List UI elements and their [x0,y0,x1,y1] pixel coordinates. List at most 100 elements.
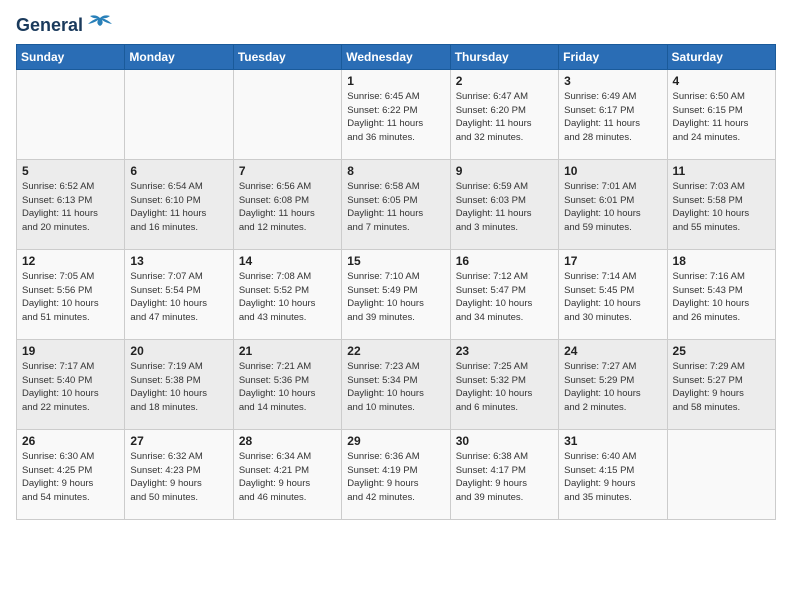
week-row-2: 5 Sunrise: 6:52 AM Sunset: 6:13 PM Daylig… [17,159,776,249]
day-number: 30 [456,434,553,448]
day-info: Sunrise: 6:52 AM Sunset: 6:13 PM Dayligh… [22,180,119,235]
logo-bird-icon [86,14,114,34]
day-number: 22 [347,344,444,358]
col-header-tuesday: Tuesday [233,44,341,69]
day-info: Sunrise: 6:47 AM Sunset: 6:20 PM Dayligh… [456,90,553,145]
day-info: Sunrise: 6:30 AM Sunset: 4:25 PM Dayligh… [22,450,119,505]
week-row-1: 1 Sunrise: 6:45 AM Sunset: 6:22 PM Daylig… [17,69,776,159]
day-cell: 12 Sunrise: 7:05 AM Sunset: 5:56 PM Dayli… [17,249,125,339]
calendar-table: SundayMondayTuesdayWednesdayThursdayFrid… [16,44,776,520]
day-info: Sunrise: 6:49 AM Sunset: 6:17 PM Dayligh… [564,90,661,145]
day-cell [233,69,341,159]
day-cell: 16 Sunrise: 7:12 AM Sunset: 5:47 PM Dayli… [450,249,558,339]
day-cell: 13 Sunrise: 7:07 AM Sunset: 5:54 PM Dayli… [125,249,233,339]
day-number: 16 [456,254,553,268]
day-number: 26 [22,434,119,448]
day-number: 17 [564,254,661,268]
day-info: Sunrise: 7:14 AM Sunset: 5:45 PM Dayligh… [564,270,661,325]
day-number: 9 [456,164,553,178]
day-info: Sunrise: 6:38 AM Sunset: 4:17 PM Dayligh… [456,450,553,505]
calendar-header-row: SundayMondayTuesdayWednesdayThursdayFrid… [17,44,776,69]
day-cell: 9Sunrise: 6:59 AM Sunset: 6:03 PM Daylig… [450,159,558,249]
logo: General [16,16,114,36]
day-number: 29 [347,434,444,448]
day-info: Sunrise: 7:27 AM Sunset: 5:29 PM Dayligh… [564,360,661,415]
day-number: 28 [239,434,336,448]
day-number: 23 [456,344,553,358]
col-header-thursday: Thursday [450,44,558,69]
day-number: 15 [347,254,444,268]
day-info: Sunrise: 6:56 AM Sunset: 6:08 PM Dayligh… [239,180,336,235]
day-cell: 20 Sunrise: 7:19 AM Sunset: 5:38 PM Dayli… [125,339,233,429]
day-cell: 18 Sunrise: 7:16 AM Sunset: 5:43 PM Dayli… [667,249,775,339]
day-info: Sunrise: 7:19 AM Sunset: 5:38 PM Dayligh… [130,360,227,415]
col-header-sunday: Sunday [17,44,125,69]
day-cell: 24 Sunrise: 7:27 AM Sunset: 5:29 PM Dayli… [559,339,667,429]
day-info: Sunrise: 6:34 AM Sunset: 4:21 PM Dayligh… [239,450,336,505]
day-info: Sunrise: 7:17 AM Sunset: 5:40 PM Dayligh… [22,360,119,415]
day-number: 13 [130,254,227,268]
day-info: Sunrise: 7:08 AM Sunset: 5:52 PM Dayligh… [239,270,336,325]
col-header-wednesday: Wednesday [342,44,450,69]
day-cell: 10Sunrise: 7:01 AM Sunset: 6:01 PM Dayli… [559,159,667,249]
day-info: Sunrise: 7:03 AM Sunset: 5:58 PM Dayligh… [673,180,770,235]
day-number: 12 [22,254,119,268]
day-number: 31 [564,434,661,448]
day-cell: 8Sunrise: 6:58 AM Sunset: 6:05 PM Daylig… [342,159,450,249]
day-number: 27 [130,434,227,448]
day-info: Sunrise: 7:10 AM Sunset: 5:49 PM Dayligh… [347,270,444,325]
week-row-4: 19 Sunrise: 7:17 AM Sunset: 5:40 PM Dayli… [17,339,776,429]
day-info: Sunrise: 6:45 AM Sunset: 6:22 PM Dayligh… [347,90,444,145]
day-cell: 14 Sunrise: 7:08 AM Sunset: 5:52 PM Dayli… [233,249,341,339]
day-cell: 19 Sunrise: 7:17 AM Sunset: 5:40 PM Dayli… [17,339,125,429]
day-number: 5 [22,164,119,178]
day-number: 6 [130,164,227,178]
day-number: 25 [673,344,770,358]
day-number: 24 [564,344,661,358]
day-info: Sunrise: 7:23 AM Sunset: 5:34 PM Dayligh… [347,360,444,415]
week-row-5: 26 Sunrise: 6:30 AM Sunset: 4:25 PM Dayli… [17,429,776,519]
day-info: Sunrise: 7:12 AM Sunset: 5:47 PM Dayligh… [456,270,553,325]
day-info: Sunrise: 6:40 AM Sunset: 4:15 PM Dayligh… [564,450,661,505]
day-info: Sunrise: 7:16 AM Sunset: 5:43 PM Dayligh… [673,270,770,325]
day-cell: 15 Sunrise: 7:10 AM Sunset: 5:49 PM Dayli… [342,249,450,339]
day-cell: 29 Sunrise: 6:36 AM Sunset: 4:19 PM Dayli… [342,429,450,519]
day-number: 7 [239,164,336,178]
day-cell: 23Sunrise: 7:25 AM Sunset: 5:32 PM Dayli… [450,339,558,429]
day-cell: 6 Sunrise: 6:54 AM Sunset: 6:10 PM Daylig… [125,159,233,249]
day-info: Sunrise: 6:36 AM Sunset: 4:19 PM Dayligh… [347,450,444,505]
day-info: Sunrise: 6:32 AM Sunset: 4:23 PM Dayligh… [130,450,227,505]
day-info: Sunrise: 7:29 AM Sunset: 5:27 PM Dayligh… [673,360,770,415]
day-number: 20 [130,344,227,358]
day-info: Sunrise: 7:05 AM Sunset: 5:56 PM Dayligh… [22,270,119,325]
day-number: 8 [347,164,444,178]
day-cell [667,429,775,519]
day-cell: 4Sunrise: 6:50 AM Sunset: 6:15 PM Daylig… [667,69,775,159]
day-info: Sunrise: 6:50 AM Sunset: 6:15 PM Dayligh… [673,90,770,145]
day-cell: 1 Sunrise: 6:45 AM Sunset: 6:22 PM Daylig… [342,69,450,159]
day-cell: 31 Sunrise: 6:40 AM Sunset: 4:15 PM Dayli… [559,429,667,519]
day-number: 1 [347,74,444,88]
day-cell [125,69,233,159]
day-info: Sunrise: 7:01 AM Sunset: 6:01 PM Dayligh… [564,180,661,235]
col-header-saturday: Saturday [667,44,775,69]
day-cell: 21 Sunrise: 7:21 AM Sunset: 5:36 PM Dayli… [233,339,341,429]
day-number: 18 [673,254,770,268]
day-number: 19 [22,344,119,358]
col-header-friday: Friday [559,44,667,69]
day-info: Sunrise: 6:54 AM Sunset: 6:10 PM Dayligh… [130,180,227,235]
page-header: General [16,16,776,36]
week-row-3: 12 Sunrise: 7:05 AM Sunset: 5:56 PM Dayli… [17,249,776,339]
day-cell: 22 Sunrise: 7:23 AM Sunset: 5:34 PM Dayli… [342,339,450,429]
day-cell: 11Sunrise: 7:03 AM Sunset: 5:58 PM Dayli… [667,159,775,249]
col-header-monday: Monday [125,44,233,69]
day-number: 14 [239,254,336,268]
day-cell: 27 Sunrise: 6:32 AM Sunset: 4:23 PM Dayli… [125,429,233,519]
day-info: Sunrise: 7:07 AM Sunset: 5:54 PM Dayligh… [130,270,227,325]
day-number: 21 [239,344,336,358]
day-cell: 25 Sunrise: 7:29 AM Sunset: 5:27 PM Dayli… [667,339,775,429]
day-cell: 3Sunrise: 6:49 AM Sunset: 6:17 PM Daylig… [559,69,667,159]
day-cell: 7 Sunrise: 6:56 AM Sunset: 6:08 PM Daylig… [233,159,341,249]
day-info: Sunrise: 7:21 AM Sunset: 5:36 PM Dayligh… [239,360,336,415]
day-cell: 30 Sunrise: 6:38 AM Sunset: 4:17 PM Dayli… [450,429,558,519]
